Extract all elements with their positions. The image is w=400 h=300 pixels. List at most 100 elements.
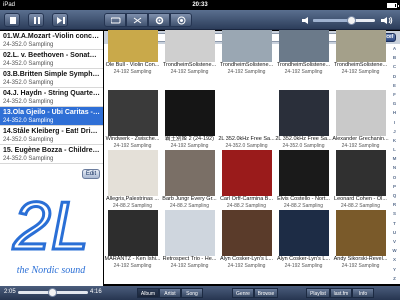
playlist-track[interactable]: 01.W.A.Mozart -Violin concert... 24-352.0… xyxy=(0,31,103,50)
repeat-button[interactable] xyxy=(104,13,126,27)
tab-playlist[interactable]: Playlist xyxy=(306,288,330,298)
album-format: 24-192 Sampling xyxy=(170,69,209,75)
album-tile[interactable]: 霸王別姬 2 (24-192) 24-192 Sampling xyxy=(161,90,218,149)
playlist-track[interactable]: 15. Eugène Bozza - Children's... 24-352.0… xyxy=(0,145,103,164)
playlist-track[interactable]: 04.J. Haydn - String Quartet i... 24-352.… xyxy=(0,88,103,107)
playlist-track[interactable]: 14.Ståle Kleiberg - Eat! Drink!... 24-352… xyxy=(0,126,103,145)
battery-icon xyxy=(387,2,399,8)
progress-slider-thumb[interactable] xyxy=(47,288,57,297)
pause-button[interactable] xyxy=(28,13,44,27)
index-letter[interactable]: Q xyxy=(389,191,400,200)
track-format: 24-352.0 Sampling xyxy=(3,99,54,105)
album-format: 24-88.2 Sampling xyxy=(112,203,153,209)
album-tile[interactable]: MARANTZ - Ken Ishi... 24-192 Sampling xyxy=(104,210,161,269)
index-letter[interactable]: Z xyxy=(389,274,400,283)
album-tile[interactable]: Leonard Cohen - Ol... 24-88.2 Sampling xyxy=(332,150,389,209)
shuffle-button[interactable] xyxy=(126,13,148,27)
album-tile[interactable]: Carl Orff-Carmina B... 24-88.2 Sampling xyxy=(218,150,275,209)
progress-slider[interactable] xyxy=(18,288,88,297)
index-letter[interactable]: F xyxy=(389,90,400,99)
index-letter[interactable]: O xyxy=(389,173,400,182)
album-tile[interactable]: Alyn Cosker-Lyn's L... 24-192 Sampling xyxy=(218,210,275,269)
stop-button[interactable] xyxy=(4,13,20,27)
album-format: 24-192 Sampling xyxy=(284,263,323,269)
edit-button[interactable]: Edit xyxy=(82,169,100,179)
album-tile[interactable]: Retrospect Trio - He... 24-192 Sampling xyxy=(161,210,218,269)
album-cover xyxy=(335,150,386,196)
index-letter[interactable]: T xyxy=(389,219,400,228)
next-button[interactable] xyxy=(52,13,68,27)
index-letter[interactable]: U xyxy=(389,228,400,237)
album-title: Alexander Grechanin... xyxy=(332,136,389,142)
album-tile[interactable]: Elvis Costello - Nort... 24-88.2 Sampling xyxy=(275,150,332,209)
index-letter[interactable]: X xyxy=(389,255,400,264)
track-format: 24-352.0 Sampling xyxy=(3,80,54,86)
tab-info[interactable]: Info xyxy=(352,288,374,298)
playlist-track[interactable]: 02.L. v. Beethoven - Sonata 3... 24-352.0… xyxy=(0,50,103,69)
volume-slider[interactable] xyxy=(313,16,375,25)
volume-low-icon xyxy=(302,17,308,24)
index-letter[interactable]: P xyxy=(389,182,400,191)
index-letter[interactable]: S xyxy=(389,209,400,218)
album-tile[interactable]: Andy Sikorski-Revel... 24-192 Sampling xyxy=(332,210,389,269)
album-format: 24-192 Sampling xyxy=(113,143,152,149)
tab-album[interactable]: Album xyxy=(137,288,159,298)
album-cover xyxy=(221,90,272,136)
index-letter[interactable]: G xyxy=(389,99,400,108)
album-tile[interactable]: TrondheimSolistene... 24-192 Sampling xyxy=(332,30,389,75)
index-letter[interactable]: H xyxy=(389,108,400,117)
tab-artist[interactable]: Artist xyxy=(159,288,181,298)
track-format: 24-352.0 Sampling xyxy=(3,61,54,67)
album-title: MARANTZ - Ken Ishi... xyxy=(104,256,161,262)
tab-genre[interactable]: Genre xyxy=(232,288,254,298)
index-letter[interactable]: I xyxy=(389,118,400,127)
settings-button[interactable] xyxy=(148,13,170,27)
index-letter[interactable]: V xyxy=(389,237,400,246)
album-tile[interactable]: 2L 352.0kHz Free Sa... 24-352.0 Sampling xyxy=(275,90,332,149)
playlist-track[interactable]: 03.B.Britten Simple Symphon... 24-352.0 S… xyxy=(0,69,103,88)
playlist-track[interactable]: 13.Ola Gjeilo - Ubi Caritas - pi... 24-35… xyxy=(0,107,103,126)
alphabet-index[interactable]: ABCDEFGHIJKLMNOPQRSTUVWXYZ xyxy=(389,44,400,284)
album-title: TrondheimSolistene... xyxy=(276,62,331,68)
index-letter[interactable]: K xyxy=(389,136,400,145)
index-letter[interactable]: B xyxy=(389,53,400,62)
tab-browse[interactable]: Browse xyxy=(254,288,278,298)
album-tile[interactable]: TrondheimSolistene... 24-192 Sampling xyxy=(275,30,332,75)
index-letter[interactable]: N xyxy=(389,163,400,172)
index-letter[interactable]: L xyxy=(389,145,400,154)
index-letter[interactable]: W xyxy=(389,246,400,255)
album-format: 24-192 Sampling xyxy=(341,263,380,269)
airplay-button[interactable] xyxy=(170,13,192,27)
tab-lastfm[interactable]: last.fm xyxy=(330,288,352,298)
album-format: 24-352.0 Sampling xyxy=(282,143,325,149)
album-cover xyxy=(107,90,158,136)
album-tile[interactable]: Alyn Cosker-Lyn's L... 24-192 Sampling xyxy=(275,210,332,269)
album-cover xyxy=(335,90,386,136)
volume-slider-thumb[interactable] xyxy=(346,16,356,25)
album-tile[interactable]: 2L 352.0kHz Free Sa... 24-352.0 Sampling xyxy=(218,90,275,149)
index-letter[interactable]: J xyxy=(389,127,400,136)
index-letter[interactable]: E xyxy=(389,81,400,90)
album-tile[interactable]: Barb Jungr Every Gr... 24-88.2 Sampling xyxy=(161,150,218,209)
album-title: TrondheimSolistene... xyxy=(333,62,388,68)
album-tile[interactable]: Windwerk - Zwische... 24-192 Sampling xyxy=(104,90,161,149)
index-letter[interactable]: M xyxy=(389,154,400,163)
track-title: 15. Eugène Bozza - Children's... xyxy=(3,147,100,154)
album-tile[interactable]: Alexander Grechanin... 24-192 Sampling xyxy=(332,90,389,149)
index-letter[interactable]: A xyxy=(389,44,400,53)
tab-song[interactable]: Song xyxy=(181,288,203,298)
album-tile[interactable]: TrondheimSolistene... 24-192 Sampling xyxy=(218,30,275,75)
album-tile[interactable]: Ole Bull - Violin Con... 24-192 Sampling xyxy=(104,30,161,75)
index-letter[interactable]: C xyxy=(389,62,400,71)
gear-icon xyxy=(155,16,164,25)
index-letter[interactable]: R xyxy=(389,200,400,209)
album-cover xyxy=(164,30,215,62)
album-cover xyxy=(164,150,215,196)
player-toolbar xyxy=(0,10,400,30)
index-letter[interactable]: D xyxy=(389,72,400,81)
album-tile[interactable]: TrondheimSolistene... 24-192 Sampling xyxy=(161,30,218,75)
index-letter[interactable]: Y xyxy=(389,265,400,274)
album-tile[interactable]: Allegris,Palestrinas ... 24-88.2 Sampling xyxy=(104,150,161,209)
album-title: Ole Bull - Violin Con... xyxy=(105,62,160,68)
album-cover xyxy=(335,30,386,62)
